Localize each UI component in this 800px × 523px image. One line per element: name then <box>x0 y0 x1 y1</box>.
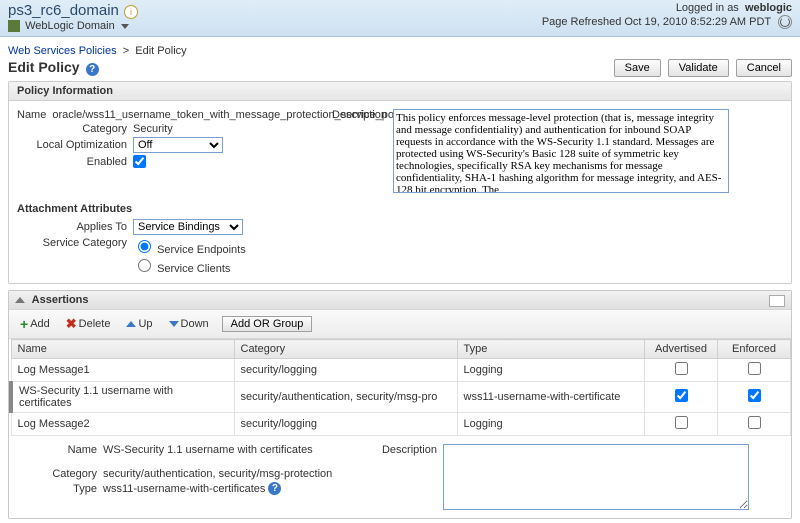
enabled-label: Enabled <box>17 156 133 168</box>
table-row[interactable]: Log Message2 security/logging Logging <box>11 413 791 436</box>
detail-type-value: wss11-username-with-certificates <box>103 483 265 495</box>
down-button[interactable]: Down <box>162 315 216 333</box>
help-icon[interactable]: ? <box>268 482 281 495</box>
add-button[interactable]: +Add <box>13 313 57 335</box>
help-icon[interactable]: ? <box>86 63 99 76</box>
cell-type: wss11-username-with-certificate <box>457 382 645 413</box>
breadcrumb-current: Edit Policy <box>135 45 186 57</box>
enforced-checkbox[interactable] <box>748 389 761 402</box>
col-type[interactable]: Type <box>457 340 645 359</box>
assertion-detail: NameWS-Security 1.1 username with certif… <box>9 436 791 518</box>
assertions-panel: Assertions +Add ✖Delete Up Down Add OR G… <box>8 290 792 519</box>
plus-icon: + <box>20 316 28 332</box>
description-textarea[interactable] <box>393 109 729 193</box>
validate-button[interactable]: Validate <box>668 59 729 77</box>
applies-to-select[interactable]: Service Bindings <box>133 219 243 235</box>
enabled-checkbox[interactable] <box>133 155 146 168</box>
radio-endpoints-label: Service Endpoints <box>157 244 246 256</box>
assertions-header: Assertions <box>9 291 791 309</box>
col-advertised[interactable]: Advertised <box>645 340 718 359</box>
cell-name: Log Message2 <box>11 413 234 436</box>
cell-category: security/authentication, security/msg-pr… <box>234 382 457 413</box>
delete-button[interactable]: ✖Delete <box>59 313 118 335</box>
policy-info-panel: Policy Information Name oracle/wss11_use… <box>8 81 792 284</box>
table-row[interactable]: WS-Security 1.1 username with certificat… <box>11 382 791 413</box>
cell-name: Log Message1 <box>11 359 234 382</box>
app-header: ps3_rc6_domain i WebLogic Domain Logged … <box>0 0 800 37</box>
assertions-title: Assertions <box>32 294 89 306</box>
radio-clients[interactable] <box>138 259 151 272</box>
enforced-checkbox[interactable] <box>748 416 761 429</box>
domain-menu[interactable]: WebLogic Domain <box>25 20 115 32</box>
logged-in-label: Logged in as <box>676 2 739 14</box>
attachment-section-title: Attachment Attributes <box>17 203 783 215</box>
arrow-down-icon <box>169 321 179 327</box>
radio-endpoints[interactable] <box>138 240 151 253</box>
cell-name: WS-Security 1.1 username with certificat… <box>11 382 234 413</box>
cell-category: security/logging <box>234 413 457 436</box>
table-row[interactable]: Log Message1 security/logging Logging <box>11 359 791 382</box>
x-icon: ✖ <box>66 316 77 332</box>
category-value: Security <box>133 123 173 135</box>
assertions-table: Name Category Type Advertised Enforced L… <box>9 339 791 436</box>
radio-clients-label: Service Clients <box>157 263 230 275</box>
expand-icon[interactable] <box>769 295 785 307</box>
cell-category: security/logging <box>234 359 457 382</box>
cell-type: Logging <box>457 413 645 436</box>
policy-info-header: Policy Information <box>9 82 791 101</box>
description-label: Description <box>317 109 393 121</box>
detail-description-textarea[interactable] <box>443 444 749 510</box>
add-or-group-button[interactable]: Add OR Group <box>222 316 313 332</box>
category-label: Category <box>17 123 133 135</box>
detail-category-label: Category <box>17 468 103 480</box>
cell-type: Logging <box>457 359 645 382</box>
assertions-toolbar: +Add ✖Delete Up Down Add OR Group <box>9 309 791 339</box>
action-buttons: Save Validate Cancel <box>610 59 792 77</box>
save-button[interactable]: Save <box>614 59 661 77</box>
service-category-label: Service Category <box>17 237 133 249</box>
local-opt-select[interactable]: Off <box>133 137 223 153</box>
breadcrumb-parent[interactable]: Web Services Policies <box>8 45 117 57</box>
local-opt-label: Local Optimization <box>17 139 133 151</box>
enforced-checkbox[interactable] <box>748 362 761 375</box>
arrow-up-icon <box>126 321 136 327</box>
refresh-icon[interactable] <box>778 15 792 29</box>
dropdown-icon[interactable] <box>121 24 129 29</box>
cancel-button[interactable]: Cancel <box>736 59 792 77</box>
domain-tree-icon <box>8 20 20 32</box>
detail-name-label: Name <box>17 444 103 456</box>
detail-name-value: WS-Security 1.1 username with certificat… <box>103 444 313 456</box>
advertised-checkbox[interactable] <box>675 416 688 429</box>
col-category[interactable]: Category <box>234 340 457 359</box>
page-title: Edit Policy <box>8 59 80 75</box>
advertised-checkbox[interactable] <box>675 389 688 402</box>
domain-title: ps3_rc6_domain <box>8 2 119 19</box>
detail-category-value: security/authentication, security/msg-pr… <box>103 468 332 480</box>
logged-in-user: weblogic <box>745 2 792 14</box>
breadcrumb: Web Services Policies > Edit Policy <box>8 45 792 57</box>
page-refreshed-label: Page Refreshed <box>542 16 622 28</box>
detail-type-label: Type <box>17 483 103 495</box>
collapse-icon[interactable] <box>15 297 25 303</box>
name-label: Name <box>17 109 52 121</box>
col-enforced[interactable]: Enforced <box>718 340 791 359</box>
detail-description-label: Description <box>367 444 443 456</box>
up-button[interactable]: Up <box>119 315 159 333</box>
info-icon[interactable]: i <box>124 5 138 19</box>
advertised-checkbox[interactable] <box>675 362 688 375</box>
page-refreshed-time: Oct 19, 2010 8:52:29 AM PDT <box>624 16 771 28</box>
col-name[interactable]: Name <box>11 340 234 359</box>
applies-to-label: Applies To <box>17 221 133 233</box>
